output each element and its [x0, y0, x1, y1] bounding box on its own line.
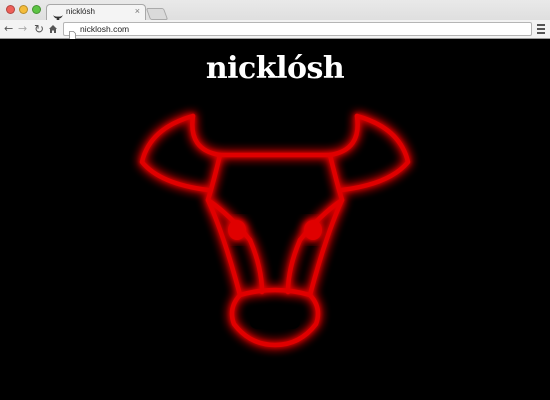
- tab-title: nicklósh: [66, 7, 95, 16]
- back-arrow-icon[interactable]: ←: [4, 21, 13, 37]
- right-eye: [304, 220, 322, 240]
- window-controls: [6, 5, 41, 14]
- browser-toolbar: ← → ↻ nicklosh.com: [0, 20, 550, 40]
- reload-icon[interactable]: ↻: [34, 21, 44, 37]
- home-icon[interactable]: [48, 23, 58, 39]
- address-bar[interactable]: nicklosh.com: [63, 22, 532, 40]
- page-content: nicklósh: [0, 39, 550, 400]
- browser-chrome: nicklósh × ← → ↻ nicklosh.com: [0, 0, 550, 40]
- tab-close-icon[interactable]: ×: [135, 6, 140, 16]
- new-tab-button[interactable]: [145, 8, 169, 20]
- menu-icon[interactable]: [537, 24, 545, 36]
- minimize-window-button[interactable]: [19, 5, 28, 14]
- bull-head-logo-icon: [139, 113, 411, 348]
- forward-arrow-icon[interactable]: →: [18, 21, 27, 37]
- browser-tab[interactable]: nicklósh ×: [46, 4, 146, 22]
- maximize-window-button[interactable]: [32, 5, 41, 14]
- left-eye: [228, 220, 246, 240]
- url-text[interactable]: nicklosh.com: [80, 23, 129, 35]
- close-window-button[interactable]: [6, 5, 15, 14]
